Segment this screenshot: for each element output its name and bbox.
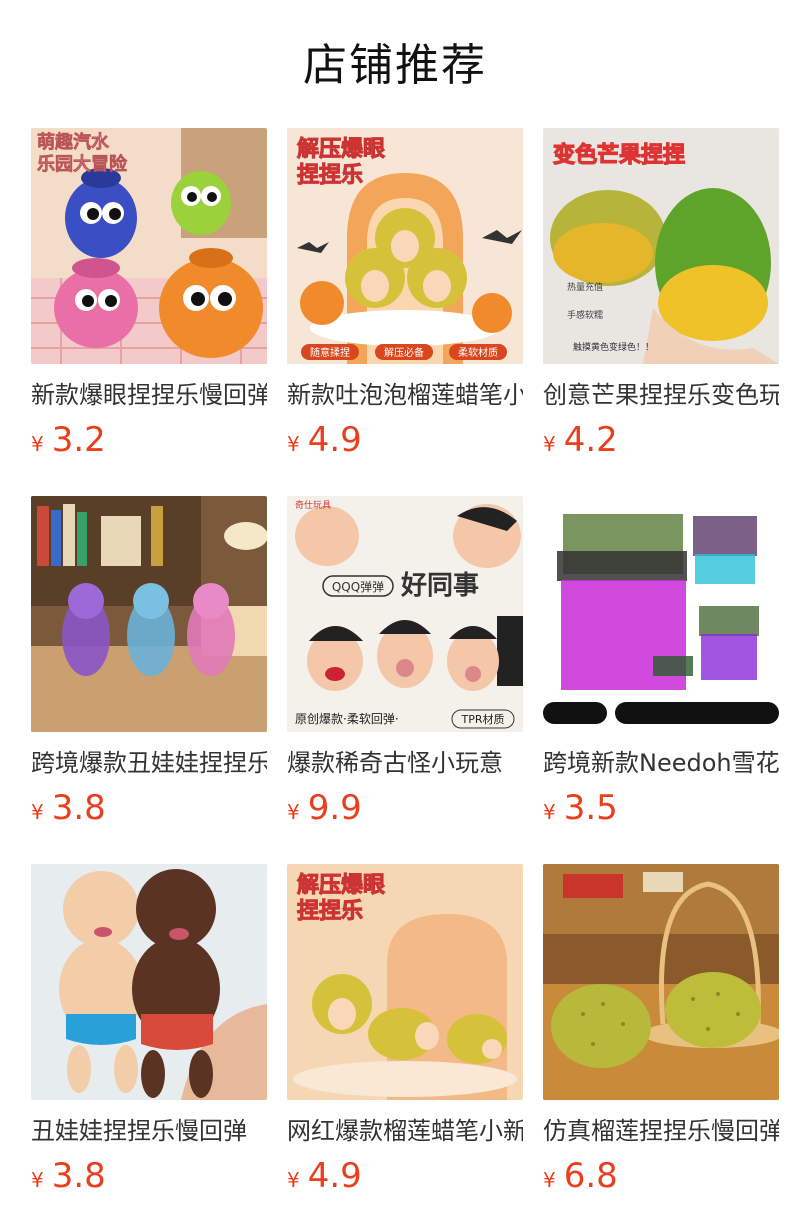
currency-symbol: ¥ xyxy=(287,1168,300,1192)
price-value: 3.8 xyxy=(51,1156,106,1196)
image-note: 原创爆款·柔软回弹· xyxy=(295,712,399,726)
currency-symbol: ¥ xyxy=(543,800,556,824)
image-caption: 变色芒果捏捏 xyxy=(553,142,685,168)
currency-symbol: ¥ xyxy=(543,1168,556,1192)
product-name[interactable]: 创意芒果捏捏乐变色玩具 xyxy=(543,378,779,412)
page-title: 店铺推荐 xyxy=(303,40,487,91)
image-badge: 解压必备 xyxy=(384,346,424,359)
price-value: 4.2 xyxy=(563,420,618,460)
product-card[interactable]: 奇仕玩具 QQQ弹弹 好同事 原创爆款·柔软回弹· TPR材质 爆款稀奇古怪小玩… xyxy=(287,496,524,836)
product-image[interactable] xyxy=(31,864,267,1100)
image-badge: 随意揉捏 xyxy=(310,346,350,359)
price-value: 6.8 xyxy=(563,1156,618,1196)
product-name[interactable]: 跨境新款Needoh雪花 xyxy=(543,746,779,780)
image-note: 触摸黄色变绿色！！ xyxy=(573,341,654,353)
product-image[interactable] xyxy=(543,864,779,1100)
image-caption: QQQ弹弹 xyxy=(332,580,384,594)
product-price: ¥3.8 xyxy=(31,1154,106,1198)
product-card[interactable]: 跨境爆款丑娃娃捏捏乐 ¥3.8 xyxy=(31,496,268,836)
image-caption: 捏捏乐 xyxy=(297,163,363,188)
product-name[interactable]: 爆款稀奇古怪小玩意 xyxy=(287,746,523,780)
product-price: ¥3.8 xyxy=(31,786,106,830)
price-value: 3.2 xyxy=(51,420,106,460)
image-note: TPR材质 xyxy=(461,712,505,726)
product-name[interactable]: 新款爆眼捏捏乐慢回弹 xyxy=(31,378,267,412)
currency-symbol: ¥ xyxy=(31,432,44,456)
currency-symbol: ¥ xyxy=(287,432,300,456)
product-price: ¥3.5 xyxy=(543,786,618,830)
product-card[interactable]: 萌趣汽水 乐园大冒险 新款爆眼捏捏乐慢回弹 ¥3.2 xyxy=(31,128,268,468)
product-price: ¥3.2 xyxy=(31,418,106,462)
image-caption: 解压爆眼 xyxy=(297,136,385,162)
currency-symbol: ¥ xyxy=(31,800,44,824)
product-name[interactable]: 仿真榴莲捏捏乐慢回弹 xyxy=(543,1114,779,1148)
product-price: ¥9.9 xyxy=(287,786,362,830)
product-image[interactable]: 变色芒果捏捏 热量充值 手感软糯 触摸黄色变绿色！！ xyxy=(543,128,779,364)
image-caption: 萌趣汽水 xyxy=(37,131,110,153)
price-value: 3.8 xyxy=(51,788,106,828)
image-badge: 柔软材质 xyxy=(458,346,498,359)
image-note: 奇仕玩具 xyxy=(295,499,331,511)
image-note: 手感软糯 xyxy=(567,309,603,321)
currency-symbol: ¥ xyxy=(31,1168,44,1192)
currency-symbol: ¥ xyxy=(543,432,556,456)
product-image[interactable] xyxy=(31,496,267,732)
product-name[interactable]: 网红爆款榴莲蜡笔小新 xyxy=(287,1114,523,1148)
price-value: 4.9 xyxy=(307,1156,362,1196)
product-image[interactable]: 萌趣汽水 乐园大冒险 xyxy=(31,128,267,364)
price-value: 3.5 xyxy=(563,788,618,828)
product-card[interactable]: 变色芒果捏捏 热量充值 手感软糯 触摸黄色变绿色！！ 创意芒果捏捏乐变色玩具 ¥… xyxy=(543,128,780,468)
product-name[interactable]: 丑娃娃捏捏乐慢回弹 xyxy=(31,1114,267,1148)
product-price: ¥4.2 xyxy=(543,418,618,462)
product-card[interactable]: 仿真榴莲捏捏乐慢回弹 ¥6.8 xyxy=(543,864,780,1204)
image-caption: 乐园大冒险 xyxy=(37,153,128,175)
currency-symbol: ¥ xyxy=(287,800,300,824)
image-caption: 解压爆眼 xyxy=(297,872,385,898)
price-value: 4.9 xyxy=(307,420,362,460)
product-image[interactable]: 解压爆眼 捏捏乐 随意揉捏 解压必备 柔软材质 xyxy=(287,128,523,364)
product-price: ¥4.9 xyxy=(287,1154,362,1198)
product-price: ¥6.8 xyxy=(543,1154,618,1198)
price-value: 9.9 xyxy=(307,788,362,828)
product-image[interactable]: 奇仕玩具 QQQ弹弹 好同事 原创爆款·柔软回弹· TPR材质 xyxy=(287,496,523,732)
product-image[interactable]: 解压爆眼 捏捏乐 xyxy=(287,864,523,1100)
product-price: ¥4.9 xyxy=(287,418,362,462)
product-name[interactable]: 跨境爆款丑娃娃捏捏乐 xyxy=(31,746,267,780)
image-note: 热量充值 xyxy=(567,281,603,293)
product-card[interactable]: 丑娃娃捏捏乐慢回弹 ¥3.8 xyxy=(31,864,268,1204)
product-image[interactable] xyxy=(543,496,779,732)
image-caption: 捏捏乐 xyxy=(297,899,363,924)
product-card[interactable]: 解压爆眼 捏捏乐 随意揉捏 解压必备 柔软材质 新款吐泡泡榴莲蜡笔小新 ¥4.9 xyxy=(287,128,524,468)
image-caption: 好同事 xyxy=(400,571,479,601)
product-card[interactable]: 跨境新款Needoh雪花 ¥3.5 xyxy=(543,496,780,836)
product-card[interactable]: 解压爆眼 捏捏乐 网红爆款榴莲蜡笔小新 ¥4.9 xyxy=(287,864,524,1204)
product-name[interactable]: 新款吐泡泡榴莲蜡笔小新 xyxy=(287,378,523,412)
